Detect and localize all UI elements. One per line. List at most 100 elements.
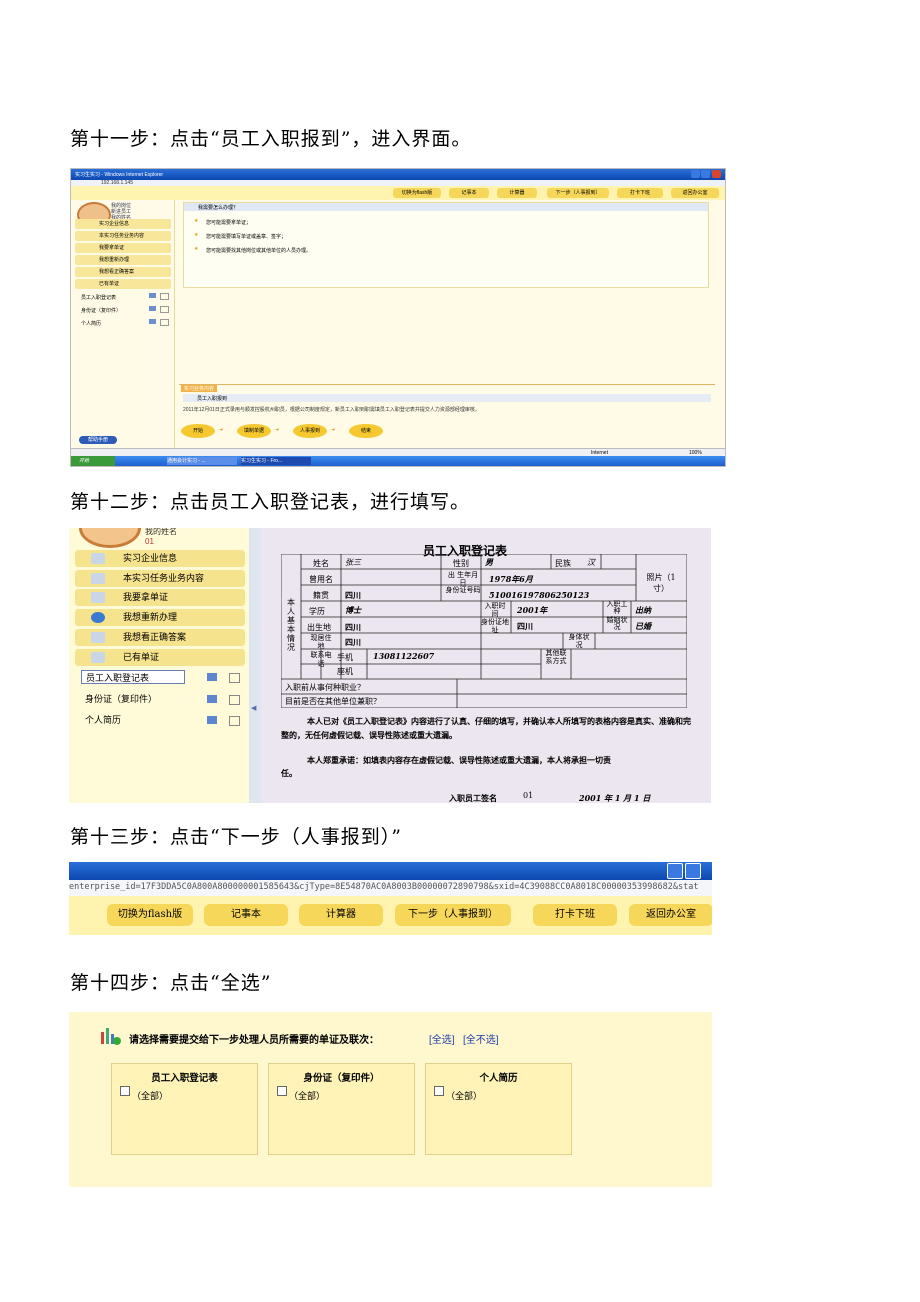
doc-link-resume[interactable]: 个人简历	[85, 713, 121, 726]
flow-end: 结束	[349, 424, 383, 438]
sidebar-item-task-content[interactable]: 本实习任务业务内容	[75, 231, 171, 241]
select-none-link[interactable]: [全不选]	[463, 1031, 499, 1046]
step-13-heading: 第十三步：点击“下一步（人事报到）”	[70, 826, 402, 848]
value-idno[interactable]: 510016197806250123	[489, 590, 589, 600]
toolbar-return-office-button[interactable]: 返回办公室	[629, 904, 712, 926]
doc-link-resume[interactable]: 个人简历	[81, 320, 101, 327]
select-all-link[interactable]: [全选]	[429, 1031, 455, 1046]
doc-link-id-copy[interactable]: 身份证（复印件）	[85, 692, 157, 705]
taskbar-item[interactable]: 通用会计实习 - ...	[167, 457, 237, 465]
view-icon[interactable]	[207, 716, 217, 724]
help-item[interactable]: 您可能需要拿单证；	[206, 219, 251, 226]
doc-link-entry-form[interactable]: 员工入职登记表	[81, 670, 185, 684]
toolbar-clock-out-button[interactable]: 打卡下班	[617, 188, 663, 198]
toolbar-screenshot: enterprise_id=17F3DDA5C0A800A80000000158…	[69, 862, 712, 935]
pen-icon	[91, 592, 105, 603]
menu-task-content[interactable]: 本实习任务业务内容	[75, 570, 245, 587]
close-icon[interactable]	[712, 170, 721, 178]
task-title-bar: 员工入职报到	[183, 394, 711, 402]
value-ethnic[interactable]: 汉	[587, 557, 595, 568]
help-item[interactable]: 您可能需要找其他岗位或其他单位的人员办理。	[206, 247, 311, 254]
value-id-addr[interactable]: 四川	[517, 621, 533, 632]
window-titlebar	[69, 862, 712, 880]
help-item[interactable]: 您可能需要填写单证或盖章、签字；	[206, 233, 286, 240]
value-residence[interactable]: 四川	[345, 637, 361, 648]
menu-company-info[interactable]: 实习企业信息	[75, 550, 245, 567]
edit-icon[interactable]	[160, 319, 169, 326]
flow-fill-documents[interactable]: 填制单据	[237, 424, 271, 438]
minimize-icon[interactable]	[667, 863, 683, 879]
sidebar-item-get-document[interactable]: 我要拿单证	[75, 243, 171, 253]
address-bar[interactable]: enterprise_id=17F3DDA5C0A800A80000000158…	[69, 880, 712, 897]
toolbar-flash-button[interactable]: 切换为flash版	[107, 904, 193, 926]
toolbar-notepad-button[interactable]: 记事本	[449, 188, 489, 198]
checkbox[interactable]	[277, 1086, 287, 1096]
view-icon[interactable]	[207, 673, 217, 681]
label-other-contact: 其他联系方式	[545, 649, 567, 665]
toolbar-clock-out-button[interactable]: 打卡下班	[533, 904, 617, 926]
tab-task-content[interactable]: 实习业务内容	[181, 385, 218, 392]
toolbar-calculator-button[interactable]: 计算器	[497, 188, 537, 198]
sign-value[interactable]: 01	[523, 791, 533, 800]
view-icon[interactable]	[149, 319, 156, 324]
value-marriage[interactable]: 已婚	[635, 621, 651, 632]
view-icon[interactable]	[149, 293, 156, 298]
flow-hr-report[interactable]: 人事报到	[293, 424, 327, 438]
label-edu: 学历	[309, 607, 325, 616]
menu-redo[interactable]: 我想重新办理	[75, 609, 245, 626]
checkbox[interactable]	[434, 1086, 444, 1096]
task-panel: 实习业务内容 员工入职报到 2011年12月01日正式录用与顺发控股杭州职员，根…	[179, 384, 715, 455]
help-manual-button[interactable]: 帮助手册	[79, 436, 117, 444]
toolbar-notepad-button[interactable]: 记事本	[204, 904, 288, 926]
menu-my-documents[interactable]: 已有单证	[75, 649, 245, 666]
edit-icon[interactable]	[160, 306, 169, 313]
collapse-arrow-icon[interactable]: ◀	[251, 704, 256, 712]
sidebar-item-redo[interactable]: 我想重新办理	[75, 255, 171, 265]
value-entry-type[interactable]: 出纳	[635, 605, 651, 616]
maximize-icon[interactable]	[685, 863, 701, 879]
toolbar: 切换为flash版 记事本 计算器 下一步（人事报到） 打卡下班 返回办公室	[71, 186, 725, 200]
edit-icon[interactable]	[229, 716, 240, 726]
folder-icon	[91, 652, 105, 663]
sidebar-item-my-documents[interactable]: 已有单证	[75, 279, 171, 289]
edit-icon[interactable]	[160, 293, 169, 300]
value-name[interactable]: 张三	[345, 557, 361, 568]
value-origin[interactable]: 四川	[345, 590, 361, 601]
question-part-time: 目前是否在其他单位兼职？	[285, 697, 381, 706]
start-button[interactable]: 开始	[71, 456, 115, 466]
minimize-icon[interactable]	[691, 170, 700, 178]
doc-link-id-copy[interactable]: 身份证（复印件）	[81, 307, 121, 314]
view-icon[interactable]	[149, 306, 156, 311]
toolbar-calculator-button[interactable]: 计算器	[299, 904, 383, 926]
doc-box-id-copy: 身份证（复印件） （全部）	[268, 1063, 415, 1155]
doc-link-entry-form[interactable]: 员工入职登记表	[81, 294, 116, 301]
value-edu[interactable]: 博士	[345, 605, 361, 616]
splitter[interactable]: ◀	[249, 528, 261, 803]
edit-icon[interactable]	[229, 673, 240, 683]
checkbox[interactable]	[120, 1086, 130, 1096]
menu-get-document[interactable]: 我要拿单证	[75, 589, 245, 606]
sidebar-item-company-info[interactable]: 实习企业信息	[75, 219, 171, 229]
checkbox-label: （全部）	[132, 1091, 169, 1101]
value-birthplace[interactable]: 四川	[345, 622, 361, 633]
menu-answer[interactable]: 我想看正确答案	[75, 629, 245, 646]
value-birth[interactable]: 1978年6月	[489, 574, 533, 585]
value-entry-time[interactable]: 2001年	[517, 605, 547, 616]
toolbar-next-step-button[interactable]: 下一步（人事报到）	[395, 904, 511, 926]
label-photo: 照片（1寸）	[646, 573, 676, 593]
task-icon	[91, 573, 105, 584]
edit-icon[interactable]	[229, 695, 240, 705]
help-panel-title: 我需要怎么办理？	[198, 205, 239, 211]
toolbar-return-office-button[interactable]: 返回办公室	[671, 188, 719, 198]
view-icon[interactable]	[207, 695, 217, 703]
value-mobile[interactable]: 13081122607	[373, 651, 434, 661]
sidebar-item-answer[interactable]: 我想看正确答案	[75, 267, 171, 277]
label-landline: 座机	[337, 667, 353, 676]
toolbar-next-step-button[interactable]: 下一步（人事报到）	[547, 188, 609, 198]
toolbar-flash-button[interactable]: 切换为flash版	[393, 188, 441, 198]
label-marriage: 婚姻状况	[606, 616, 628, 631]
sign-date[interactable]: 2001 年 1 月 1 日	[579, 793, 650, 803]
value-gender[interactable]: 男	[485, 557, 493, 568]
taskbar-item[interactable]: 实习生实习 - Fro...	[241, 457, 311, 465]
maximize-icon[interactable]	[701, 170, 710, 178]
